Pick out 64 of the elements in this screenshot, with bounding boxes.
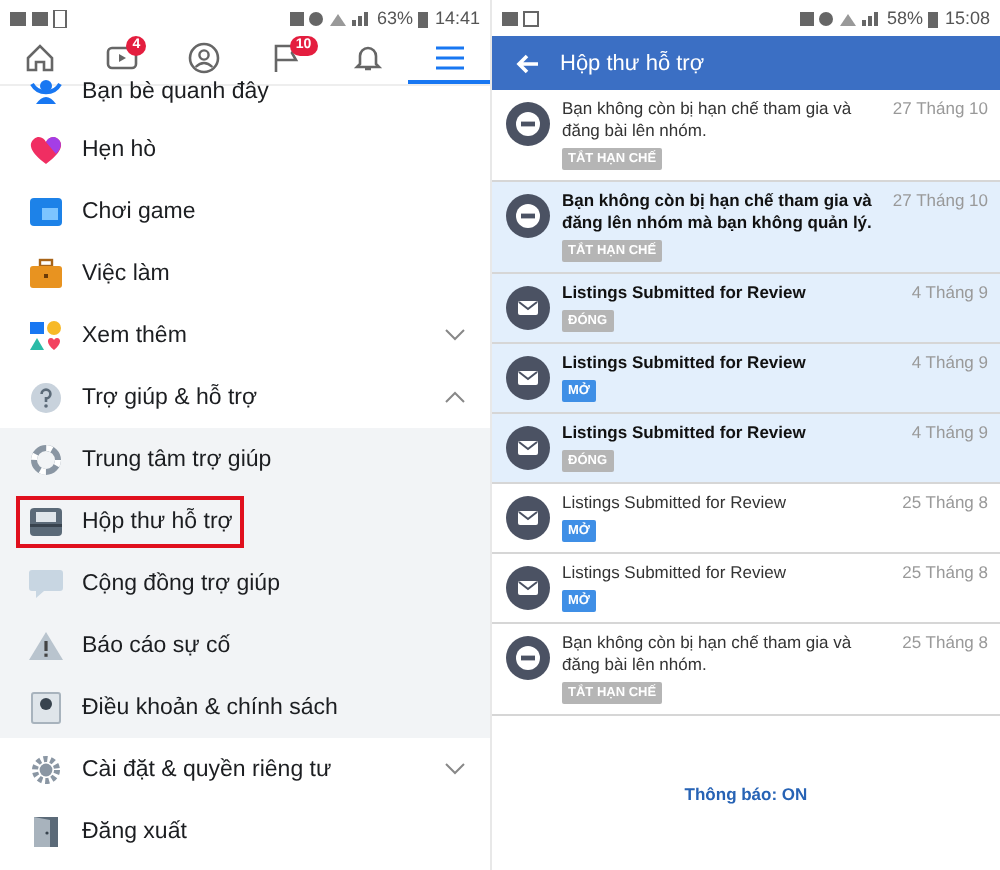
menu-item[interactable]: Cài đặt & quyền riêng tư xyxy=(16,743,344,795)
envelope-icon xyxy=(506,286,550,330)
message-date: 27 Tháng 10 xyxy=(892,98,988,122)
signal-icons xyxy=(290,9,371,27)
message-date: 4 Tháng 9 xyxy=(911,422,988,444)
message-text: Bạn không còn bị hạn chế tham gia và đăng bài lên nhóm. xyxy=(562,632,854,676)
envelope-icon xyxy=(506,356,550,400)
briefcase-icon xyxy=(28,257,64,289)
chevron-down-icon[interactable] xyxy=(444,762,466,776)
bell-icon xyxy=(351,42,384,74)
message-text: Listings Submitted for Review xyxy=(562,562,788,584)
profile-icon xyxy=(188,42,221,74)
message-text: Bạn không còn bị hạn chế tham gia và đăng bài lên nhóm. xyxy=(562,98,854,142)
menu-item[interactable]: Đăng xuất xyxy=(16,805,199,857)
minus-circle-icon xyxy=(506,636,550,680)
warning-icon xyxy=(28,629,64,661)
signal-icons xyxy=(800,9,881,27)
battery-percent: 63% xyxy=(376,8,413,28)
settings-icon xyxy=(28,753,64,785)
speech-bubble-icon xyxy=(28,567,64,599)
menu-item[interactable]: Chơi game xyxy=(16,185,208,237)
shapes-icon xyxy=(28,319,64,351)
menu-item[interactable]: Hộp thư hỗ trợ xyxy=(16,495,245,547)
notification-setting[interactable]: Thông báo: ON xyxy=(684,783,808,803)
battery-percent: 58% xyxy=(886,8,923,28)
chevron-down-icon[interactable] xyxy=(444,328,466,342)
menu-item[interactable]: Xem thêm xyxy=(16,309,199,361)
minus-circle-icon xyxy=(506,194,550,238)
clock: 14:41 xyxy=(434,8,480,28)
menu-item[interactable]: Bạn bè quanh đây xyxy=(16,66,281,118)
door-icon xyxy=(28,815,64,847)
message-text: Listings Submitted for Review xyxy=(562,422,808,444)
battery-icon xyxy=(928,9,939,27)
menu-icon xyxy=(433,44,466,72)
window-icon xyxy=(28,195,64,227)
message-date: 4 Tháng 9 xyxy=(911,352,988,374)
clock: 15:08 xyxy=(944,8,990,28)
menu-item[interactable]: Hẹn hò xyxy=(16,123,169,175)
message-date: 25 Tháng 8 xyxy=(902,632,988,656)
radar-person-icon xyxy=(28,76,64,108)
message-date: 25 Tháng 8 xyxy=(902,562,988,584)
envelope-icon xyxy=(506,496,550,540)
help-icon xyxy=(28,381,64,413)
minus-circle-icon xyxy=(506,102,550,146)
back-arrow-icon[interactable] xyxy=(516,53,540,73)
home-icon xyxy=(24,42,57,74)
message-date: 27 Tháng 10 xyxy=(892,190,988,214)
message-text: Listings Submitted for Review xyxy=(562,492,788,514)
lifebuoy-icon xyxy=(28,443,64,475)
message-text: Listings Submitted for Review xyxy=(562,352,808,374)
page-title: Hộp thư hỗ trợ xyxy=(560,51,705,75)
heart-icon xyxy=(28,133,64,165)
inbox-icon xyxy=(28,505,64,537)
message-date: 25 Tháng 8 xyxy=(902,492,988,514)
message-text: Listings Submitted for Review xyxy=(562,282,808,304)
battery-icon xyxy=(418,9,429,27)
video-icon xyxy=(106,42,139,74)
message-date: 4 Tháng 9 xyxy=(911,282,988,304)
chevron-up-icon[interactable] xyxy=(444,390,466,404)
envelope-icon xyxy=(506,566,550,610)
menu-item[interactable]: Trợ giúp & hỗ trợ xyxy=(16,371,270,423)
menu-item[interactable]: Việc làm xyxy=(16,247,182,299)
envelope-icon xyxy=(506,426,550,470)
message-text: Bạn không còn bị hạn chế tham gia và đăng lên nhóm mà bạn không quản lý. xyxy=(562,190,874,234)
